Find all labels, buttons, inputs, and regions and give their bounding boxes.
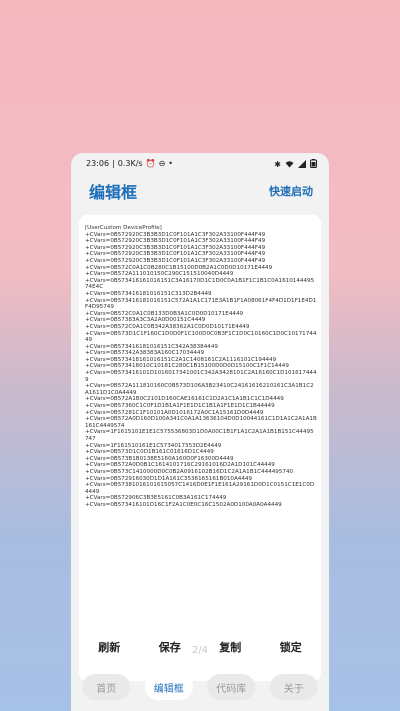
wifi-icon [285, 160, 294, 170]
status-bar: 23:06 | 0.3K/s ⏰ ⊖ • ✱ [71, 153, 329, 175]
alarm-icon: ⏰ [145, 158, 156, 168]
page-title: 编辑框 [89, 183, 138, 202]
nav-library[interactable]: 代码库 [207, 674, 256, 700]
bluetooth-icon: ✱ [274, 159, 281, 169]
do-not-disturb-icon: ⊖ [158, 158, 166, 168]
app-window: 23:06 | 0.3K/s ⏰ ⊖ • ✱ 编辑框 快速启动 [UserCus… [71, 153, 329, 711]
dot-icon: • [168, 158, 173, 168]
page-indicator: 2/4 [191, 645, 209, 656]
status-divider: | [112, 159, 115, 168]
editor-card: [UserCustom DeviceProfile] +CVars=0B5729… [79, 215, 321, 681]
bottom-nav: 首页 编辑框 代码库 关于 [71, 663, 329, 711]
signal-icon [298, 159, 306, 170]
nav-editor[interactable]: 编辑框 [144, 674, 193, 700]
status-time: 23:06 [86, 159, 110, 168]
status-speed: 0.3K/s [117, 159, 143, 168]
nav-about[interactable]: 关于 [269, 674, 318, 700]
nav-home[interactable]: 首页 [82, 674, 131, 700]
status-right: ✱ [274, 159, 317, 170]
editor-textarea[interactable]: [UserCustom DeviceProfile] +CVars=0B5729… [85, 225, 317, 629]
app-header: 编辑框 快速启动 [71, 175, 329, 211]
quick-start-button[interactable]: 快速启动 [269, 183, 313, 199]
status-left: 23:06 | 0.3K/s ⏰ ⊖ • [86, 159, 173, 168]
battery-icon [310, 159, 317, 170]
